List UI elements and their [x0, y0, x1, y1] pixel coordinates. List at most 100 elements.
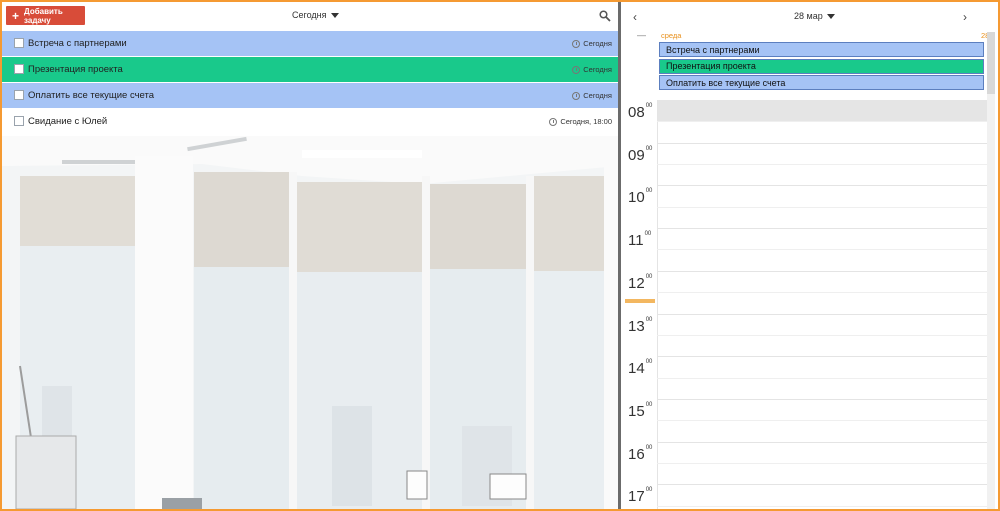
hour-line	[657, 185, 987, 187]
task-due: Сегодня, 18:00	[549, 117, 612, 126]
minutes-label: 00	[645, 188, 653, 195]
chevron-right-icon[interactable]: ›	[963, 10, 967, 24]
half-hour-line	[657, 164, 987, 166]
task-due: Сегодня	[572, 39, 612, 48]
clock-icon	[549, 117, 558, 126]
hour-grid[interactable]: 0800 0900 1000 1100 1200 1300 1400 1500 1600 1700	[621, 100, 987, 509]
calendar-scrollbar[interactable]	[987, 32, 995, 509]
allday-events: Встреча с партнерами Презентация проекта…	[659, 42, 984, 92]
hour-label: 0800	[628, 103, 653, 121]
minutes-label: 00	[645, 444, 653, 451]
hour-line	[657, 484, 987, 486]
task-title: Презентация проекта	[28, 64, 123, 75]
hour-number: 12	[628, 274, 645, 292]
task-checkbox[interactable]	[14, 116, 24, 126]
minutes-label: 00	[645, 103, 653, 109]
task-list: Встреча с партнерами Сегодня Презентация…	[2, 31, 618, 135]
hour-line	[657, 228, 987, 230]
task-due-label: Сегодня	[583, 91, 612, 100]
task-due-label: Сегодня, 18:00	[560, 117, 612, 126]
task-row[interactable]: Оплатить все текущие счета Сегодня	[2, 83, 618, 109]
add-task-label: Добавить задачу	[24, 6, 63, 25]
event-title: Презентация проекта	[666, 61, 756, 71]
task-checkbox[interactable]	[14, 90, 24, 100]
app-window: + Добавить задачу Сегодня Встреча с парт…	[2, 2, 998, 509]
search-icon[interactable]	[599, 10, 611, 22]
tasks-pane: + Добавить задачу Сегодня Встреча с парт…	[2, 2, 618, 509]
caret-down-icon	[826, 13, 835, 19]
date-label: 28 мар	[794, 11, 823, 21]
task-title: Встреча с партнерами	[28, 38, 127, 49]
half-hour-line	[657, 420, 987, 422]
current-time-indicator	[625, 298, 655, 303]
minutes-label: 00	[645, 273, 653, 280]
half-hour-line	[657, 334, 987, 336]
hour-label: 1200	[628, 273, 653, 292]
day-name: среда	[661, 31, 682, 40]
minutes-label: 00	[645, 316, 653, 323]
tasks-toolbar: + Добавить задачу Сегодня	[2, 2, 618, 30]
task-checkbox[interactable]	[14, 64, 24, 74]
clock-icon	[572, 65, 581, 74]
calendar-pane: ‹ 28 мар › — среда 28 Встреча с партнера…	[621, 2, 998, 509]
task-row[interactable]: Встреча с партнерами Сегодня	[2, 31, 618, 57]
hour-number: 16	[628, 445, 645, 463]
hour-line	[657, 142, 987, 144]
calendar-toolbar: ‹ 28 мар ›	[621, 2, 998, 30]
hour-label: 1400	[628, 359, 653, 378]
task-title: Оплатить все текущие счета	[28, 90, 155, 101]
hour-label: 1100	[628, 231, 652, 250]
task-due-label: Сегодня	[583, 39, 612, 48]
minutes-label: 00	[645, 145, 653, 152]
hour-number: 09	[628, 146, 645, 164]
minutes-label: 00	[645, 401, 653, 408]
hour-label: 1600	[628, 444, 653, 463]
task-due: Сегодня	[572, 91, 612, 100]
task-due: Сегодня	[572, 65, 612, 74]
hour-line	[657, 356, 987, 358]
task-row[interactable]: Презентация проекта Сегодня	[2, 57, 618, 83]
hour-label: 1000	[628, 188, 653, 207]
hour-number: 11	[628, 232, 644, 250]
hour-number: 10	[628, 189, 645, 207]
date-filter-label: Сегодня	[292, 10, 327, 20]
hour-label: 1500	[628, 401, 653, 420]
hour-line	[657, 441, 987, 443]
half-hour-line	[657, 249, 987, 251]
scrollbar-thumb[interactable]	[987, 32, 995, 94]
hour-label: 0900	[628, 145, 653, 164]
hour-number: 15	[628, 402, 645, 420]
date-selector[interactable]: 28 мар	[794, 11, 835, 21]
hour-number: 08	[628, 104, 645, 121]
minutes-label: 00	[645, 487, 653, 494]
allday-collapse[interactable]: —	[637, 30, 646, 40]
calendar-event[interactable]: Встреча с партнерами	[659, 42, 984, 57]
calendar-event[interactable]: Оплатить все текущие счета	[659, 75, 984, 90]
task-row[interactable]: Свидание с Юлей Сегодня, 18:00	[2, 109, 618, 135]
hour-label: 1300	[628, 316, 653, 335]
hour-label: 1700	[628, 487, 653, 506]
task-due-label: Сегодня	[583, 65, 612, 74]
event-title: Встреча с партнерами	[666, 44, 760, 55]
half-hour-line	[657, 206, 987, 208]
busy-block	[658, 100, 987, 121]
chevron-left-icon[interactable]: ‹	[633, 10, 637, 24]
clock-icon	[572, 39, 581, 48]
minutes-label: 00	[644, 231, 652, 238]
minutes-label: 00	[645, 359, 653, 366]
hour-line	[657, 398, 987, 400]
add-task-button[interactable]: + Добавить задачу	[6, 6, 85, 25]
hour-number: 14	[628, 360, 645, 378]
caret-down-icon	[330, 12, 339, 18]
hour-line	[657, 313, 987, 315]
task-checkbox[interactable]	[14, 38, 24, 48]
half-hour-line	[657, 377, 987, 379]
plus-icon: +	[12, 8, 20, 23]
half-hour-line	[657, 292, 987, 294]
calendar-event[interactable]: Презентация проекта	[659, 58, 984, 74]
hour-number: 17	[628, 488, 645, 506]
date-filter-dropdown[interactable]: Сегодня	[292, 10, 339, 20]
event-title: Оплатить все текущие счета	[666, 77, 786, 88]
grid-vertical-line	[657, 100, 658, 509]
half-hour-line	[657, 505, 987, 507]
